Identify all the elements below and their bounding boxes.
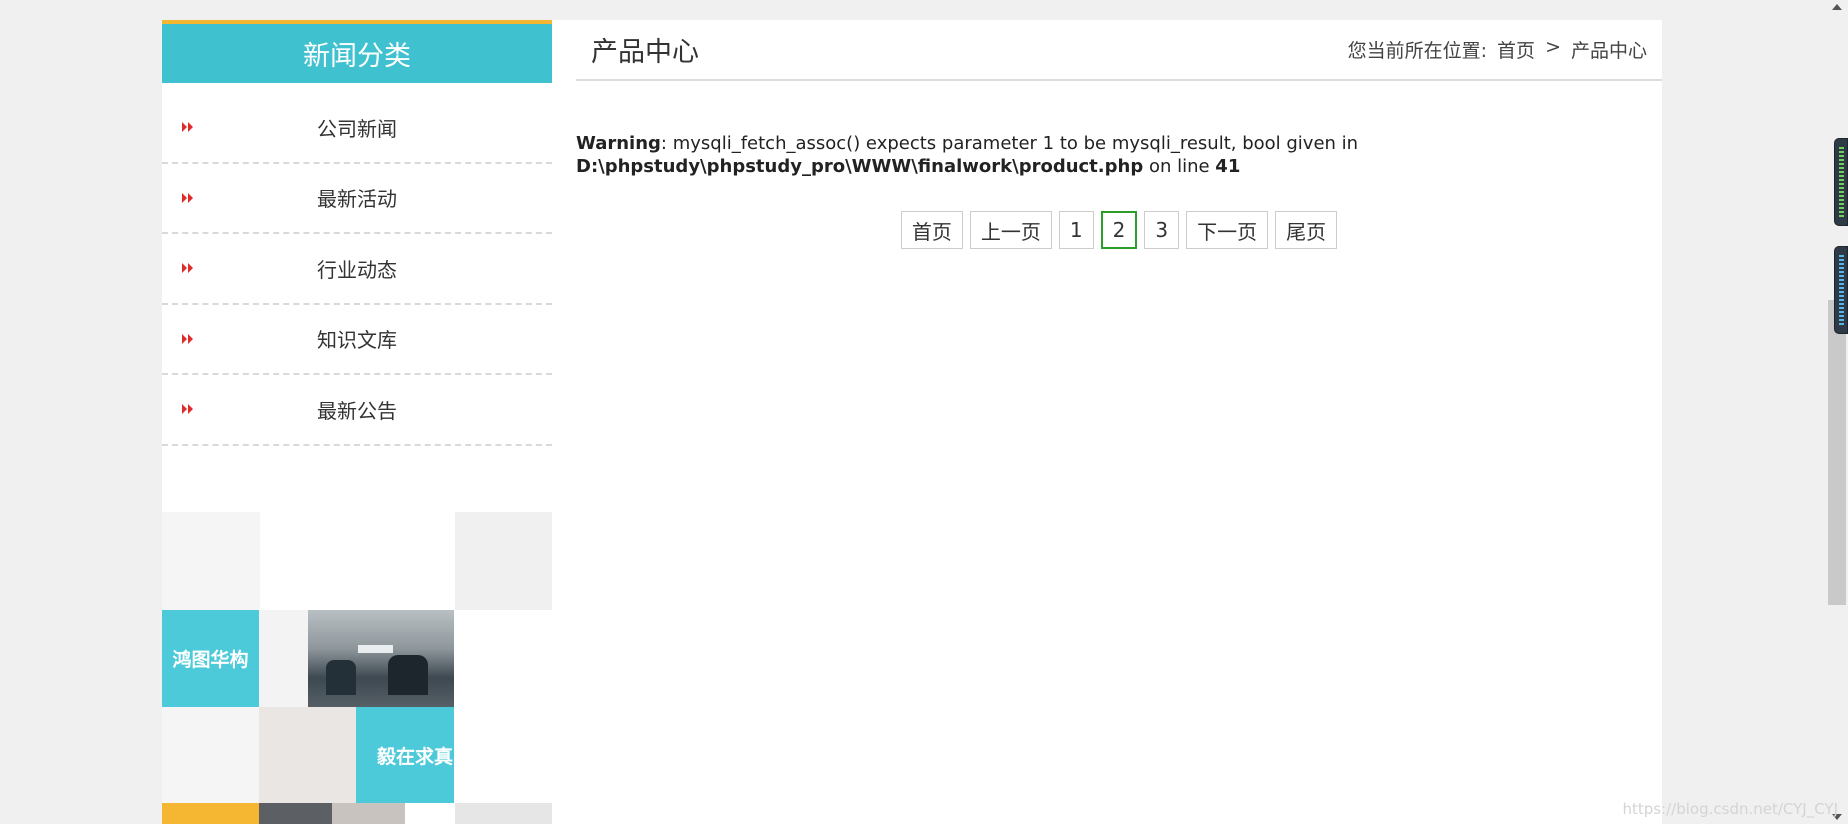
double-chevron-right-icon: [182, 404, 193, 415]
breadcrumb-separator: >: [1545, 36, 1561, 58]
watermark: https://blog.csdn.net/CYJ_CYJ: [1622, 800, 1838, 818]
sidebar-item-label: 知识文库: [317, 328, 397, 353]
sidebar-list: 公司新闻 最新活动 行业动态 知识文库 最新公告: [162, 93, 552, 446]
sidebar-item-label: 最新活动: [317, 187, 397, 212]
sidebar-item-label: 行业动态: [317, 257, 397, 282]
scroll-thumb[interactable]: [1828, 300, 1846, 605]
warning-label: Warning: [576, 133, 661, 154]
mosaic-text-tile-b: 毅在求真: [356, 707, 454, 803]
main-header: 产品中心 您当前所在位置: 首页 > 产品中心: [576, 20, 1662, 81]
sidebar-item-industry-news[interactable]: 行业动态: [162, 234, 552, 305]
breadcrumb-home-link[interactable]: 首页: [1497, 36, 1535, 63]
mosaic-tile: [162, 803, 259, 824]
warning-message: : mysqli_fetch_assoc() expects parameter…: [660, 133, 1359, 154]
level-meter-icon: [1839, 255, 1844, 325]
first-page-button[interactable]: 首页: [900, 211, 963, 249]
sidebar-item-label: 最新公告: [317, 398, 397, 423]
sidebar-item-company-news[interactable]: 公司新闻: [162, 93, 552, 164]
page-2-button[interactable]: 2: [1100, 211, 1138, 249]
main-content: 产品中心 您当前所在位置: 首页 > 产品中心 Warning: mysqli_…: [576, 20, 1662, 824]
sidebar-item-knowledge-base[interactable]: 知识文库: [162, 305, 552, 375]
warning-line-number: 41: [1215, 156, 1241, 177]
sidebar-item-label: 公司新闻: [317, 116, 397, 141]
page-1-button[interactable]: 1: [1058, 211, 1094, 249]
sidebar-mosaic: 鸿图华构 毅在求真: [162, 512, 552, 824]
level-meter-icon: [1839, 147, 1844, 217]
sidebar-item-latest-announcements[interactable]: 最新公告: [162, 375, 552, 446]
next-page-button[interactable]: 下一页: [1186, 211, 1269, 249]
mosaic-tile: [259, 803, 332, 824]
double-chevron-right-icon: [182, 263, 193, 274]
pagination: 首页 上一页 1 2 3 下一页 尾页: [576, 211, 1662, 249]
mosaic-tile: [332, 803, 405, 824]
mosaic-tile: [162, 512, 260, 610]
warning-on-line: on line: [1143, 156, 1216, 177]
mosaic-text-tile-a: 鸿图华构: [162, 610, 259, 707]
double-chevron-right-icon: [182, 333, 193, 344]
floating-widget-green[interactable]: [1834, 138, 1848, 226]
floating-widget-blue[interactable]: [1834, 246, 1848, 334]
page-container: 新闻分类 公司新闻 最新活动 行业动态 知识文库 最新公告 鸿图华构 毅在求真 …: [162, 20, 1662, 824]
page-title: 产品中心: [591, 37, 699, 68]
sidebar-item-latest-activities[interactable]: 最新活动: [162, 164, 552, 234]
sidebar-title: 新闻分类: [162, 20, 552, 83]
mosaic-tile: [259, 610, 308, 707]
double-chevron-right-icon: [182, 122, 193, 133]
php-warning: Warning: mysqli_fetch_assoc() expects pa…: [576, 132, 1476, 178]
sidebar: 新闻分类 公司新闻 最新活动 行业动态 知识文库 最新公告 鸿图华构 毅在求真: [162, 20, 552, 824]
breadcrumb-current: 产品中心: [1570, 40, 1647, 62]
page-scrollbar[interactable]: [1826, 0, 1848, 824]
last-page-button[interactable]: 尾页: [1275, 211, 1338, 249]
mosaic-tile: [162, 707, 259, 803]
warning-path: D:\phpstudy\phpstudy_pro\WWW\finalwork\p…: [576, 156, 1144, 177]
scroll-up-arrow-icon[interactable]: [1832, 4, 1842, 10]
breadcrumb-prefix: 您当前所在位置:: [1347, 40, 1488, 62]
office-photo: [308, 610, 454, 707]
mosaic-tile: [455, 803, 552, 824]
prev-page-button[interactable]: 上一页: [969, 211, 1052, 249]
mosaic-tile: [259, 707, 356, 803]
mosaic-tile: [455, 512, 552, 610]
double-chevron-right-icon: [182, 192, 193, 203]
page-3-button[interactable]: 3: [1144, 211, 1180, 249]
breadcrumb: 您当前所在位置: 首页 > 产品中心: [1348, 36, 1647, 63]
